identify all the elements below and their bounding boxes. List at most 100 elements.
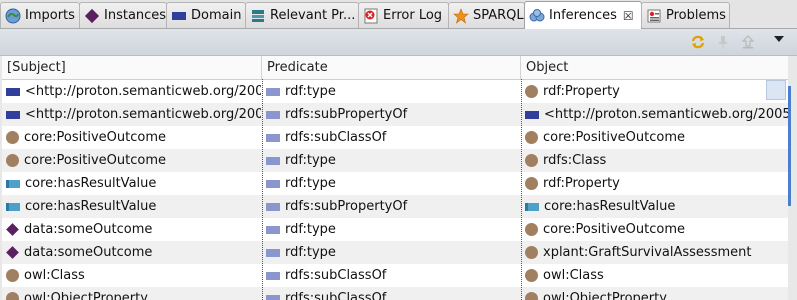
object-property-icon [6,87,20,96]
tab-label: Problems [666,8,726,23]
subject-cell[interactable]: core:hasResultValue [2,195,261,218]
subject-cell-text: core:PositiveOutcome [24,130,166,145]
table-row[interactable]: <http://proton.semanticweb.org/200 rdf:ty… [2,80,788,103]
object-property-icon [6,110,20,119]
subject-cell-text: core:hasResultValue [25,176,157,191]
class-icon [525,85,538,98]
tab-domain[interactable]: Domain [166,2,246,28]
object-cell[interactable]: core:PositiveOutcome [521,218,788,241]
table-row[interactable]: core:PositiveOutcome rdf:type rdfs:Class [2,149,788,172]
predicate-cell[interactable]: rdf:type [262,149,520,172]
table-row[interactable]: data:someOutcome rdf:type core:PositiveOut… [2,218,788,241]
object-cell-text: xplant:GraftSurvivalAssessment [543,245,752,260]
view-menu-icon[interactable] [773,33,789,49]
table-row[interactable]: core:hasResultValue rdf:type rdf:Property [2,172,788,195]
subject-cell[interactable]: core:hasResultValue [2,172,261,195]
subject-cell[interactable]: <http://proton.semanticweb.org/200 [2,80,261,103]
predicate-cell-text: rdf:type [285,84,336,99]
column-header-object[interactable]: Object [521,56,788,79]
pin-icon[interactable] [715,34,731,50]
subject-cell[interactable]: data:someOutcome [2,218,261,241]
predicate-cell-text: rdf:type [285,176,336,191]
predicate-cell[interactable]: rdf:type [262,80,520,103]
object-property-icon [525,110,539,119]
tab-inferences[interactable]: Inferences ☒ [524,1,642,29]
class-icon [525,269,538,282]
column-header-subject[interactable]: [Subject] [2,56,262,79]
column-header-predicate[interactable]: Predicate [262,56,521,79]
predicate-cell-text: rdf:type [285,222,336,237]
cell-editor-box[interactable] [766,80,786,100]
scrollbar-thumb[interactable] [788,86,791,206]
column-separator [262,79,263,300]
predicate-property-icon [266,156,280,165]
predicate-property-icon [266,294,280,300]
predicate-property-icon [266,179,280,188]
object-cell[interactable]: core:hasResultValue [521,195,788,218]
table-row[interactable]: owl:ObjectProperty rdfs:subClassOf owl:Obj… [2,287,788,300]
table-row[interactable]: <http://proton.semanticweb.org/200 rdfs:s… [2,103,788,126]
table-row[interactable]: core:hasResultValue rdfs:subPropertyOf cor… [2,195,788,218]
predicate-cell[interactable]: rdfs:subPropertyOf [262,195,520,218]
export-icon[interactable] [740,34,756,50]
subject-cell[interactable]: <http://proton.semanticweb.org/200 [2,103,261,126]
problems-icon [646,8,662,24]
domain-icon [171,8,187,24]
object-cell[interactable]: rdf:Property [521,172,788,195]
predicate-cell[interactable]: rdf:type [262,241,520,264]
tab-label: Relevant Pr... [270,8,356,23]
object-cell-text: core:PositiveOutcome [543,222,685,237]
predicate-cell[interactable]: rdfs:subPropertyOf [262,103,520,126]
predicate-cell[interactable]: rdf:type [262,218,520,241]
relevant-properties-icon [250,8,266,24]
object-cell[interactable]: xplant:GraftSurvivalAssessment [521,241,788,264]
object-cell[interactable]: <http://proton.semanticweb.org/2005, [521,103,788,126]
object-cell[interactable]: owl:Class [521,264,788,287]
object-cell[interactable]: core:PositiveOutcome [521,126,788,149]
tab-error-log[interactable]: Error Log [358,2,449,28]
class-icon [6,154,19,167]
inferences-icon [529,8,545,24]
predicate-cell[interactable]: rdf:type [262,172,520,195]
predicate-cell[interactable]: rdfs:subClassOf [262,126,520,149]
subject-cell[interactable]: core:PositiveOutcome [2,126,261,149]
tab-problems[interactable]: Problems [641,2,730,28]
predicate-cell[interactable]: rdfs:subClassOf [262,264,520,287]
predicate-property-icon [266,87,280,96]
tab-imports[interactable]: Imports [0,2,80,28]
object-cell-text: rdf:Property [543,84,620,99]
class-icon [525,177,538,190]
refresh-icon[interactable] [690,34,706,50]
tab-instances[interactable]: Instances [79,2,167,28]
predicate-property-icon [266,202,280,211]
tab-label: Domain [191,8,242,23]
sparql-icon [453,7,469,24]
subject-cell[interactable]: owl:ObjectProperty [2,287,261,300]
subject-cell-text: data:someOutcome [24,222,153,237]
class-icon [525,292,538,300]
object-cell[interactable]: rdf:Property [521,80,788,103]
class-icon [525,154,538,167]
subject-cell-text: owl:Class [24,268,85,283]
tab-sparql[interactable]: SPARQL [448,2,525,28]
table-row[interactable]: core:PositiveOutcome rdfs:subClassOf core:… [2,126,788,149]
subject-cell[interactable]: core:PositiveOutcome [2,149,261,172]
subject-cell[interactable]: data:someOutcome [2,241,261,264]
close-tab-icon[interactable]: ☒ [623,9,634,23]
predicate-cell-text: rdfs:subClassOf [285,291,387,300]
table-row[interactable]: owl:Class rdfs:subClassOf owl:Class [2,264,788,287]
table-row[interactable]: data:someOutcome rdf:type xplant:GraftSurv… [2,241,788,264]
predicate-property-icon [266,225,280,234]
subject-cell-text: <http://proton.semanticweb.org/200 [25,84,261,99]
individual-icon [6,223,19,236]
class-icon [525,131,538,144]
predicate-cell[interactable]: rdfs:subClassOf [262,287,520,300]
object-cell[interactable]: owl:ObjectProperty [521,287,788,300]
subject-cell[interactable]: owl:Class [2,264,261,287]
object-cell[interactable]: rdfs:Class [521,149,788,172]
subject-cell-text: <http://proton.semanticweb.org/200 [25,107,261,122]
predicate-cell-text: rdf:type [285,245,336,260]
object-cell-text: rdfs:Class [543,153,607,168]
tab-relevant-properties[interactable]: Relevant Pr... [245,2,359,28]
vertical-scrollbar[interactable] [788,56,797,300]
